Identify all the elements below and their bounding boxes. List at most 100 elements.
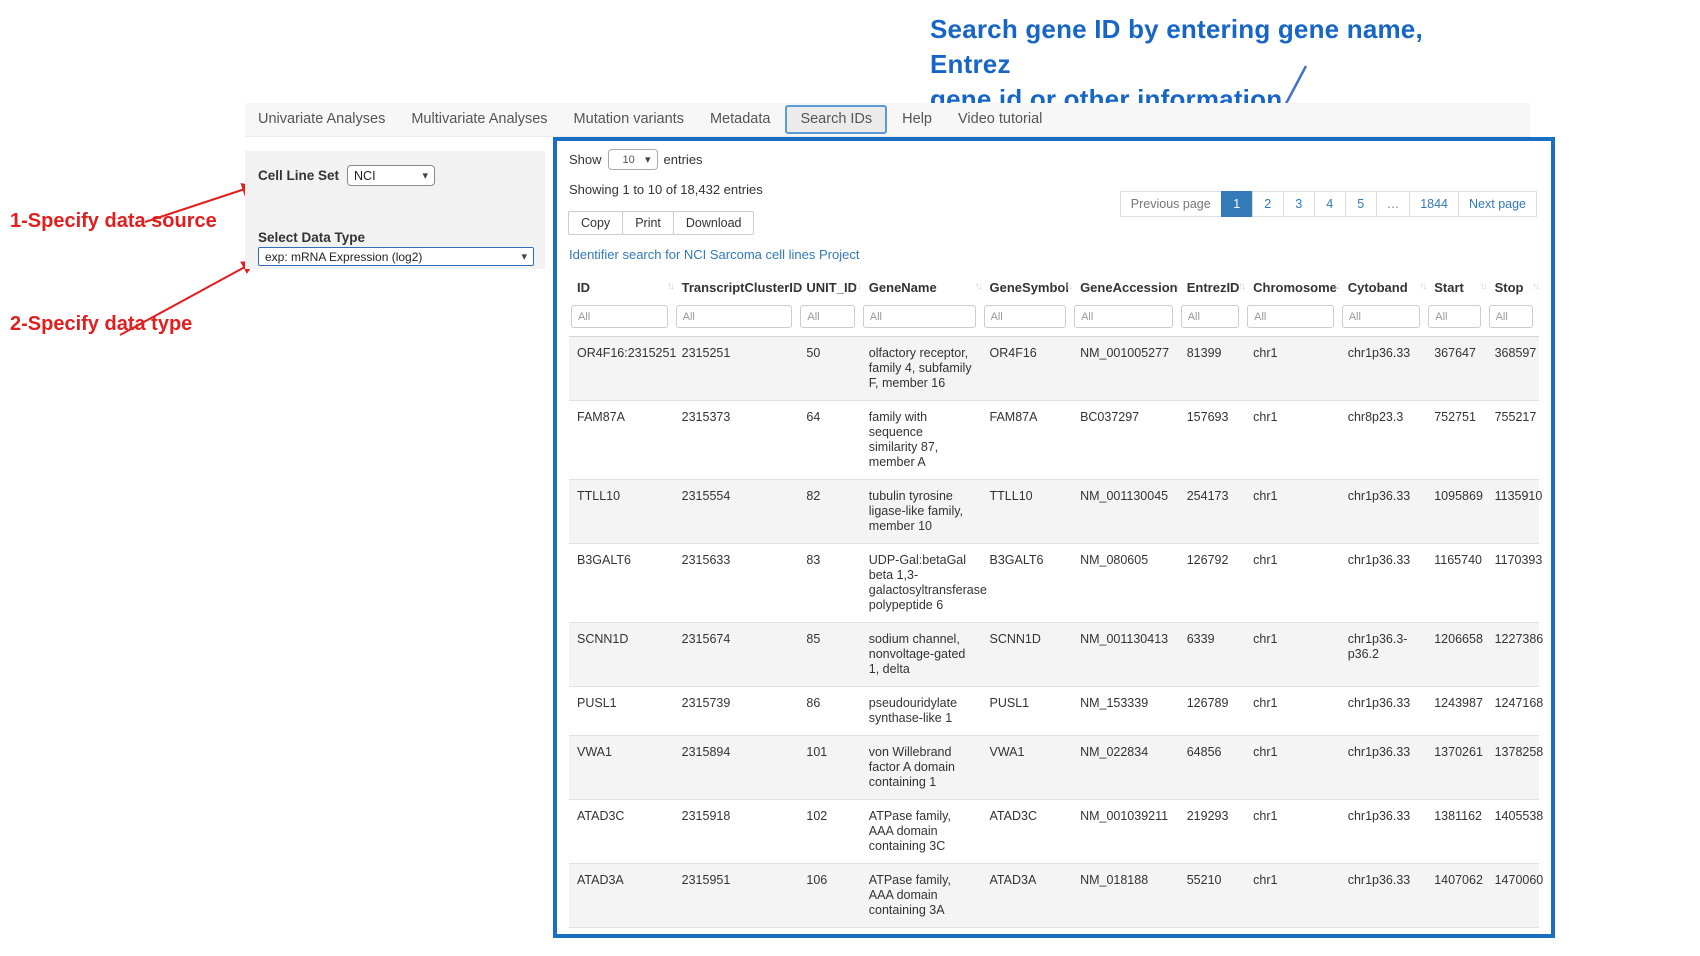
cell-unit_id: 101: [798, 736, 860, 800]
page-button-1[interactable]: 1: [1221, 191, 1253, 217]
table-row[interactable]: PUSL1231573986pseudouridylate synthase-l…: [569, 687, 1539, 736]
column-header-entrezid[interactable]: EntrezID↑↓: [1179, 272, 1245, 303]
cell-stop: 1170393: [1487, 544, 1539, 623]
sort-icon[interactable]: ↑↓: [975, 281, 981, 292]
pagination: Previous page12345…1844Next page: [1121, 191, 1537, 217]
page-button-5[interactable]: 5: [1345, 191, 1377, 217]
filter-input-unit_id[interactable]: [800, 305, 854, 328]
sort-icon[interactable]: ↑↓: [667, 281, 673, 292]
column-header-genename[interactable]: GeneName↑↓: [861, 272, 982, 303]
table-row[interactable]: FAM87A231537364family with sequence simi…: [569, 401, 1539, 480]
cell-genesymbol: SCNN1D: [982, 623, 1073, 687]
sort-icon[interactable]: ↑↓: [854, 281, 860, 292]
cell-chromosome: chr1: [1245, 544, 1340, 623]
table-row[interactable]: VWA12315894101von Willebrand factor A do…: [569, 736, 1539, 800]
filter-input-genesymbol[interactable]: [984, 305, 1067, 328]
sort-icon[interactable]: ↑↓: [791, 281, 797, 292]
cell-genesymbol: TTLL10: [982, 480, 1073, 544]
sort-icon[interactable]: ↑↓: [1419, 281, 1425, 292]
table-row[interactable]: ATAD3C2315918102ATPase family, AAA domai…: [569, 800, 1539, 864]
cell-cytoband: chr1p36.3-p36.2: [1340, 623, 1427, 687]
tab-univariate-analyses[interactable]: Univariate Analyses: [245, 105, 398, 134]
tab-video-tutorial[interactable]: Video tutorial: [945, 105, 1055, 134]
column-header-cytoband[interactable]: Cytoband↑↓: [1340, 272, 1427, 303]
column-header-genesymbol[interactable]: GeneSymbol↑↓: [982, 272, 1073, 303]
column-header-id[interactable]: ID↑↓: [569, 272, 674, 303]
next-page-button[interactable]: Next page: [1458, 191, 1537, 217]
filter-input-genename[interactable]: [863, 305, 976, 328]
sort-icon[interactable]: ↑↓: [1532, 281, 1538, 292]
copy-button[interactable]: Copy: [568, 211, 623, 235]
column-header-stop[interactable]: Stop↑↓: [1487, 272, 1539, 303]
identifier-search-link[interactable]: Identifier search for NCI Sarcoma cell l…: [569, 247, 859, 262]
filter-input-chromosome[interactable]: [1247, 305, 1334, 328]
page-size-select[interactable]: 10 ▾: [608, 149, 658, 170]
table-row[interactable]: ATAD3A2315951106ATPase family, AAA domai…: [569, 864, 1539, 928]
cell-id: TTLL10: [569, 480, 674, 544]
cell-unit_id: 85: [798, 623, 860, 687]
cell-genesymbol: OR4F16: [982, 337, 1073, 401]
filter-input-cytoband[interactable]: [1342, 305, 1421, 328]
cell-cytoband: chr1p36.33: [1340, 337, 1427, 401]
column-header-unit_id[interactable]: UNIT_ID↑↓: [798, 272, 860, 303]
table-row[interactable]: OR4F16:2315251231525150olfactory recepto…: [569, 337, 1539, 401]
filter-input-transcriptclusterid[interactable]: [676, 305, 793, 328]
column-header-start[interactable]: Start↑↓: [1426, 272, 1486, 303]
column-header-transcriptclusterid[interactable]: TranscriptClusterID↑↓: [674, 272, 799, 303]
cell-transcriptclusterid: 2315633: [674, 544, 799, 623]
page-button-1844[interactable]: 1844: [1409, 191, 1459, 217]
filter-input-stop[interactable]: [1489, 305, 1533, 328]
cell-start: 1370261: [1426, 736, 1486, 800]
entries-label: entries: [664, 152, 703, 167]
annotation-step1: 1-Specify data source: [10, 210, 217, 233]
table-header-row: ID↑↓TranscriptClusterID↑↓UNIT_ID↑↓GeneNa…: [569, 272, 1539, 303]
sort-icon[interactable]: ↑↓: [1480, 281, 1486, 292]
filter-input-entrezid[interactable]: [1181, 305, 1239, 328]
sort-icon[interactable]: ↑↓: [1172, 281, 1178, 292]
cell-transcriptclusterid: 2315894: [674, 736, 799, 800]
cell-entrezid: 219293: [1179, 800, 1245, 864]
cell-chromosome: chr1: [1245, 864, 1340, 928]
cell-geneaccession: NM_001039211: [1072, 800, 1179, 864]
show-label: Show: [569, 152, 602, 167]
column-header-chromosome[interactable]: Chromosome↑↓: [1245, 272, 1340, 303]
sort-icon[interactable]: ↑↓: [1065, 281, 1071, 292]
tab-mutation-variants[interactable]: Mutation variants: [561, 105, 697, 134]
cell-stop: 1135910: [1487, 480, 1539, 544]
data-type-select[interactable]: exp: mRNA Expression (log2) ▾: [258, 247, 534, 266]
cell-entrezid: 126792: [1179, 544, 1245, 623]
page-size-value: 10: [623, 154, 635, 166]
column-header-geneaccession[interactable]: GeneAccession↑↓: [1072, 272, 1179, 303]
cell-cytoband: chr1p36.33: [1340, 687, 1427, 736]
tab-help[interactable]: Help: [889, 105, 945, 134]
table-row[interactable]: SCNN1D231567485sodium channel, nonvoltag…: [569, 623, 1539, 687]
filter-input-id[interactable]: [571, 305, 668, 328]
cell-unit_id: 83: [798, 544, 860, 623]
sort-icon[interactable]: ↑↓: [1238, 281, 1244, 292]
tab-multivariate-analyses[interactable]: Multivariate Analyses: [398, 105, 560, 134]
filter-input-start[interactable]: [1428, 305, 1480, 328]
print-button[interactable]: Print: [622, 211, 674, 235]
cell-chromosome: chr1: [1245, 800, 1340, 864]
cell-entrezid: 6339: [1179, 623, 1245, 687]
page-button-3[interactable]: 3: [1283, 191, 1315, 217]
download-button[interactable]: Download: [673, 211, 755, 235]
cell-line-set-select[interactable]: NCI ▾: [347, 165, 435, 186]
cell-unit_id: 50: [798, 337, 860, 401]
cell-genename: olfactory receptor, family 4, subfamily …: [861, 337, 982, 401]
page-button-2[interactable]: 2: [1252, 191, 1284, 217]
page-button-4[interactable]: 4: [1314, 191, 1346, 217]
tab-metadata[interactable]: Metadata: [697, 105, 783, 134]
cell-start: 1243987: [1426, 687, 1486, 736]
cell-stop: 1470060: [1487, 864, 1539, 928]
table-row[interactable]: B3GALT6231563383UDP-Gal:betaGal beta 1,3…: [569, 544, 1539, 623]
cell-genename: ATPase family, AAA domain containing 3C: [861, 800, 982, 864]
sort-icon[interactable]: ↑↓: [1333, 281, 1339, 292]
previous-page-button[interactable]: Previous page: [1120, 191, 1222, 217]
cell-entrezid: 64856: [1179, 736, 1245, 800]
table-row[interactable]: TTLL10231555482tubulin tyrosine ligase-l…: [569, 480, 1539, 544]
cell-geneaccession: NM_080605: [1072, 544, 1179, 623]
cell-unit_id: 102: [798, 800, 860, 864]
tab-search-ids[interactable]: Search IDs: [785, 105, 887, 134]
filter-input-geneaccession[interactable]: [1074, 305, 1173, 328]
